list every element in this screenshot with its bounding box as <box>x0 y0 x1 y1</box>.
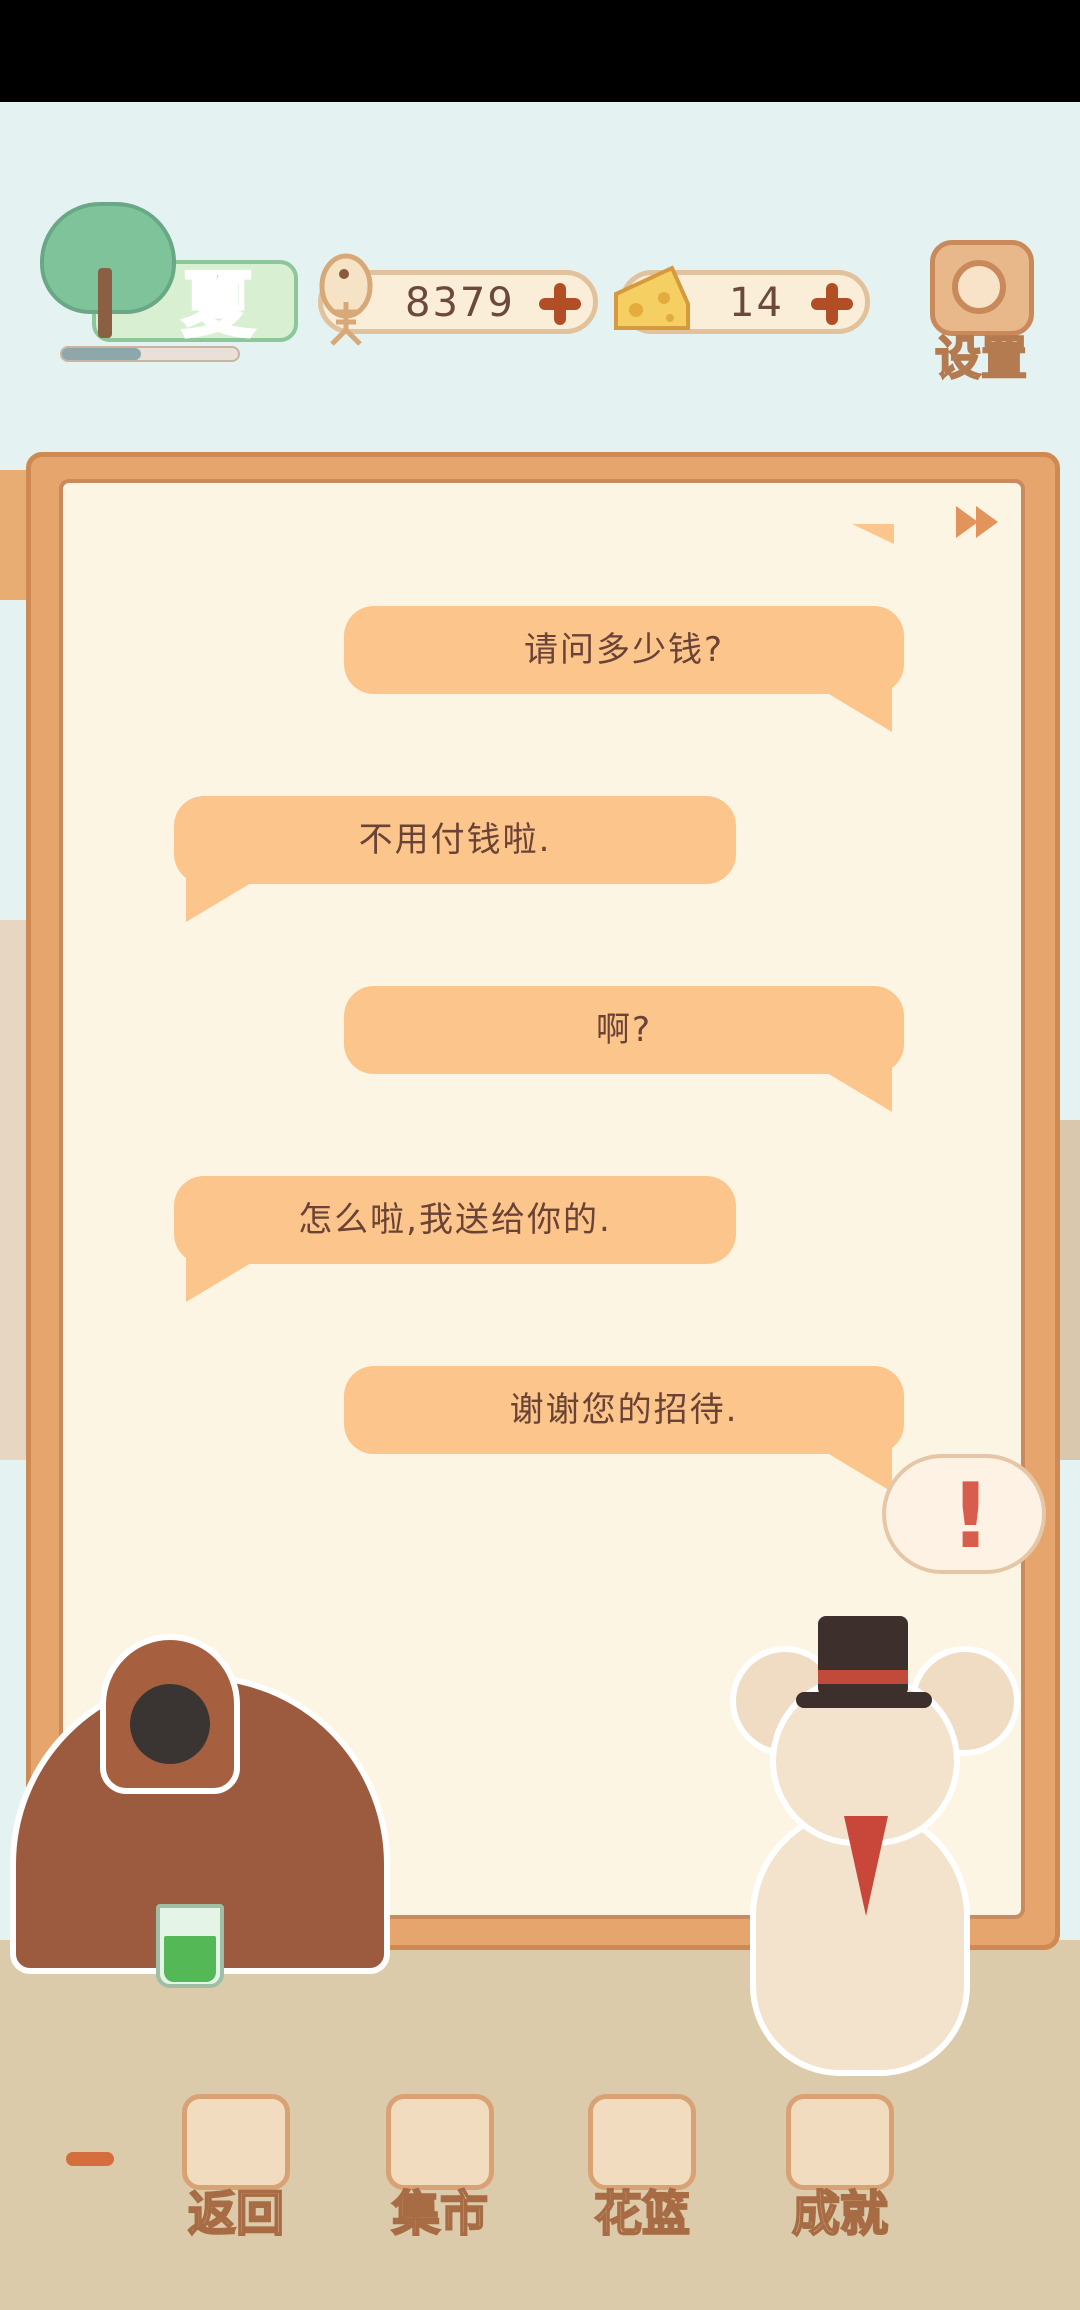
settings-label: 设置 <box>934 330 1028 386</box>
crow-character <box>0 1604 410 1994</box>
dialog-text: 谢谢您的招待. <box>509 1390 739 1430</box>
nav-flower-basket-label: 花篮 <box>593 2185 691 2243</box>
hat-brim <box>796 1692 932 1708</box>
bubble-tail <box>186 874 266 922</box>
fast-forward-icon <box>956 506 978 538</box>
nav-achievements-label: 成就 <box>791 2185 889 2243</box>
exclamation-mark: ! <box>950 1464 992 1569</box>
dialog-bubble-left: 怎么啦,我送给你的. <box>174 1176 736 1302</box>
nav-flower-basket-button[interactable]: 花篮 <box>582 2094 702 2243</box>
season-indicator[interactable]: 夏 <box>34 198 298 362</box>
settings-button[interactable]: 设置 <box>922 236 1040 386</box>
cheese-count: 14 <box>729 280 784 326</box>
bubble-tail <box>812 1064 892 1112</box>
green-drink <box>164 1936 216 1982</box>
nav-market-label: 集市 <box>391 2185 489 2243</box>
nav-achievements-button[interactable]: 成就 <box>780 2094 900 2243</box>
hat-band <box>818 1670 908 1684</box>
add-fish-button[interactable] <box>537 281 583 327</box>
nav-market-button[interactable]: 集市 <box>380 2094 500 2243</box>
dialog-text: 请问多少钱? <box>523 630 725 670</box>
mouse-character <box>700 1606 1080 2086</box>
exclamation-bubble: ! <box>882 1454 1048 1584</box>
dialog-text: 不用付钱啦. <box>358 820 552 860</box>
status-bar <box>0 0 1080 102</box>
fast-forward-icon-2 <box>976 506 998 538</box>
dialog-bubble-right: 谢谢您的招待. <box>344 1366 904 1492</box>
crow-face <box>130 1684 210 1764</box>
gear-icon-center <box>952 260 1006 314</box>
dialog-bubble-left: 不用付钱啦. <box>174 796 736 922</box>
season-progress-fill <box>62 348 142 360</box>
bubble-tail <box>812 1444 892 1492</box>
nav-back-button[interactable]: 返回 <box>176 2094 296 2243</box>
side-decoration-shelf <box>0 920 28 1460</box>
dialog-bubble-right: 啊? <box>344 986 904 1112</box>
bubble-tail <box>812 684 892 732</box>
dialog-text: 怎么啦,我送给你的. <box>298 1200 612 1240</box>
bubble-tail-fragment <box>852 524 894 544</box>
collapse-handle[interactable] <box>66 2152 114 2166</box>
top-hat <box>818 1616 908 1696</box>
season-progress-bar <box>60 346 240 362</box>
necktie <box>844 1816 888 1916</box>
bubble-tail <box>186 1254 266 1302</box>
tree-trunk <box>98 268 112 338</box>
fast-forward-button[interactable] <box>956 506 1004 542</box>
nav-back-label: 返回 <box>187 2185 285 2243</box>
dialog-bubble-right: 请问多少钱? <box>344 606 904 732</box>
add-cheese-button[interactable] <box>809 281 855 327</box>
dialog-text: 啊? <box>595 1010 653 1050</box>
fish-count: 8379 <box>405 280 515 326</box>
fish-bone-icon <box>319 253 373 346</box>
cheese-icon <box>614 265 690 330</box>
season-label: 夏 <box>180 262 255 349</box>
